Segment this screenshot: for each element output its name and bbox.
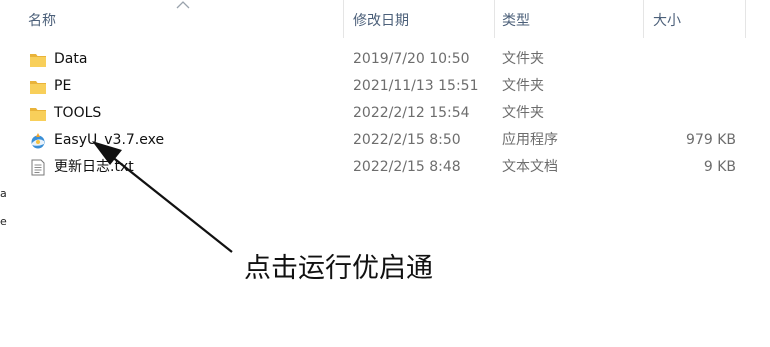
file-size: 9 KB [703, 159, 736, 175]
file-name: Data [54, 51, 88, 67]
column-divider[interactable] [494, 0, 495, 38]
file-name: PE [54, 78, 72, 94]
clipped-mark-1: a [0, 187, 7, 200]
column-header-name[interactable]: 名称 [28, 11, 56, 31]
file-row-data[interactable]: Data 2019/7/20 10:50 文件夹 [24, 46, 740, 73]
clipped-edge-marks: a e [0, 180, 7, 236]
column-divider[interactable] [643, 0, 644, 38]
file-modified: 2022/2/15 8:50 [353, 132, 461, 148]
app-icon [31, 133, 45, 149]
column-header-type[interactable]: 类型 [502, 11, 530, 31]
folder-icon [30, 54, 46, 67]
folder-icon [30, 81, 46, 94]
file-size: 979 KB [686, 132, 736, 148]
column-header-bar: 名称 修改日期 类型 大小 [0, 0, 770, 40]
annotation-text: 点击运行优启通 [244, 253, 433, 284]
file-row-pe[interactable]: PE 2021/11/13 15:51 文件夹 [24, 73, 740, 100]
file-explorer-pane: a e 名称 修改日期 类型 大小 Data 2019/7/20 10:50 文… [0, 0, 770, 347]
file-row-easyu-exe[interactable]: EasyU_v3.7.exe 2022/2/15 8:50 应用程序 979 K… [24, 127, 740, 154]
file-name: 更新日志.txt [54, 159, 134, 175]
text-document-icon [31, 159, 45, 176]
file-type: 文件夹 [502, 105, 544, 121]
file-name: EasyU_v3.7.exe [54, 132, 165, 148]
file-row-changelog-txt[interactable]: 更新日志.txt 2022/2/15 8:48 文本文档 9 KB [24, 154, 740, 181]
sort-ascending-icon[interactable] [176, 1, 190, 9]
file-modified: 2019/7/20 10:50 [353, 51, 470, 67]
file-name: TOOLS [54, 105, 102, 121]
file-type: 文件夹 [502, 78, 544, 94]
file-type: 文本文档 [502, 159, 558, 175]
file-modified: 2022/2/12 15:54 [353, 105, 470, 121]
clipped-mark-2: e [0, 215, 7, 228]
file-modified: 2021/11/13 15:51 [353, 78, 479, 94]
column-divider[interactable] [745, 0, 746, 38]
column-divider[interactable] [343, 0, 344, 38]
column-header-modified[interactable]: 修改日期 [353, 11, 409, 31]
file-row-tools[interactable]: TOOLS 2022/2/12 15:54 文件夹 [24, 100, 740, 127]
folder-icon [30, 108, 46, 121]
column-header-size[interactable]: 大小 [653, 11, 681, 31]
file-type: 文件夹 [502, 51, 544, 67]
file-type: 应用程序 [502, 132, 558, 148]
file-modified: 2022/2/15 8:48 [353, 159, 461, 175]
